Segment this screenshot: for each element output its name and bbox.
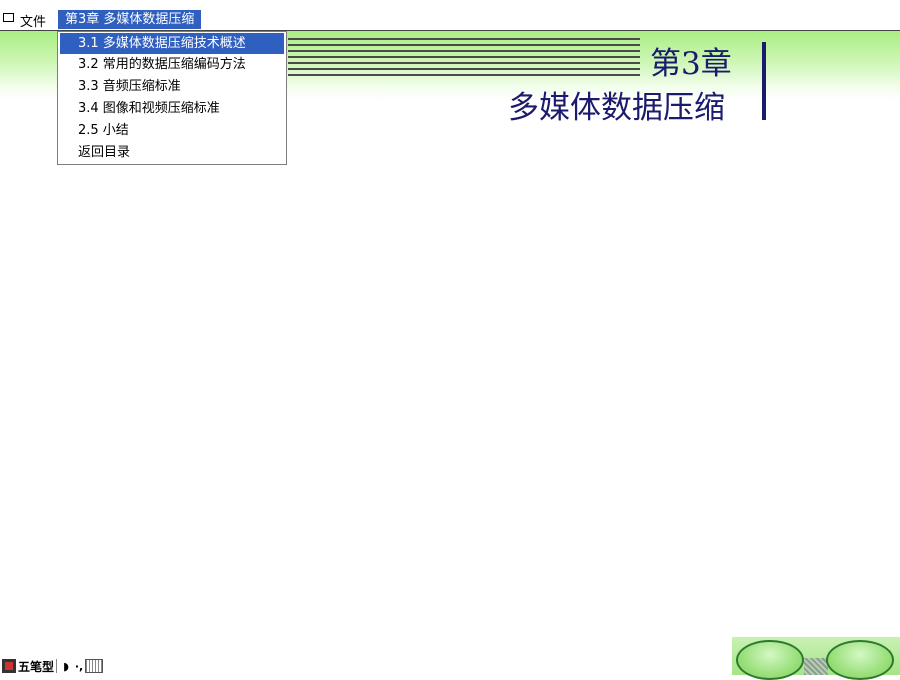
soft-keyboard-icon[interactable] [85,659,104,673]
menubar: 文件 第3章 多媒体数据压缩 [0,10,900,30]
window-menu-icon[interactable] [3,13,14,22]
chapter-title: 多媒体数据压缩 [508,90,725,126]
nav-divider [804,658,828,675]
ime-mode-label[interactable]: 五笔型 [18,658,54,675]
chapter-dropdown-menu: 3.1 多媒体数据压缩技术概述 3.2 常用的数据压缩编码方法 3.3 音频压缩… [57,31,287,165]
heading-bar [762,42,766,120]
menu-file[interactable]: 文件 [20,11,46,30]
chapter-number: 第3章 [650,46,732,82]
menu-item-3-1[interactable]: 3.1 多媒体数据压缩技术概述 [60,33,284,54]
menu-chapter[interactable]: 第3章 多媒体数据压缩 [58,10,202,29]
menu-item-3-3[interactable]: 3.3 音频压缩标准 [58,76,286,98]
prev-button[interactable] [736,640,804,680]
ime-toolbar: 五笔型 ◗ ·, [2,657,104,675]
menu-item-3-2[interactable]: 3.2 常用的数据压缩编码方法 [58,54,286,76]
ime-logo-icon[interactable] [2,659,16,673]
next-button[interactable] [826,640,894,680]
menu-item-3-4[interactable]: 3.4 图像和视频压缩标准 [58,98,286,120]
punctuation-icon[interactable]: ·, [73,659,85,673]
menu-item-back-to-toc[interactable]: 返回目录 [58,142,286,164]
decorative-stripes [288,36,640,78]
half-width-icon[interactable]: ◗ [59,659,73,673]
menu-item-summary[interactable]: 2.5 小结 [58,120,286,142]
